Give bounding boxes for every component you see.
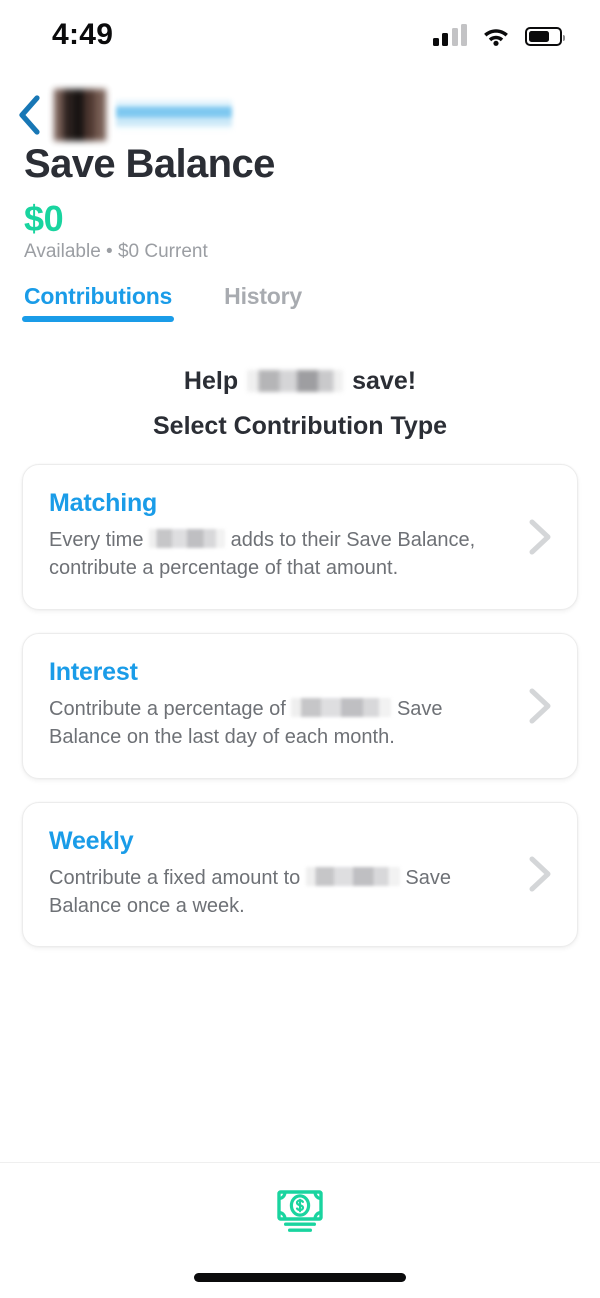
card-title: Matching — [49, 489, 513, 518]
status-bar: 4:49 — [0, 0, 600, 70]
help-save-heading: Help save! — [0, 366, 600, 396]
card-title: Interest — [49, 658, 513, 687]
card-title: Weekly — [49, 827, 513, 856]
card-description: Contribute a percentage of Save Balance … — [49, 695, 513, 752]
help-prefix-text: Help — [184, 366, 238, 396]
contribution-type-list: Matching Every time adds to their Save B… — [22, 464, 578, 970]
help-name-redacted — [247, 370, 343, 392]
card-description: Contribute a fixed amount to Save Balanc… — [49, 864, 513, 921]
tab-active-underline — [22, 316, 174, 322]
chevron-right-icon — [525, 517, 555, 557]
contact-name-redacted — [116, 100, 232, 130]
tab-bar: Contributions History — [22, 283, 600, 331]
section-heading: Select Contribution Type — [0, 412, 600, 441]
home-indicator — [194, 1273, 406, 1282]
nav-item-money[interactable] — [272, 1186, 328, 1238]
back-button[interactable] — [6, 87, 52, 143]
status-bar-icons — [433, 24, 563, 46]
card-desc-name-redacted — [306, 867, 400, 886]
chevron-right-icon — [525, 854, 555, 894]
tab-contributions[interactable]: Contributions — [22, 283, 174, 322]
contribution-card-matching[interactable]: Matching Every time adds to their Save B… — [22, 464, 578, 610]
avatar — [54, 89, 106, 141]
card-desc-name-redacted — [291, 698, 391, 717]
contribution-card-weekly[interactable]: Weekly Contribute a fixed amount to Save… — [22, 802, 578, 948]
card-desc-part1: Contribute a fixed amount to — [49, 867, 300, 889]
chevron-left-icon — [16, 94, 42, 136]
wifi-icon — [481, 24, 511, 46]
tab-history-label: History — [224, 283, 302, 309]
balance-subtitle: Available • $0 Current — [24, 241, 208, 263]
status-bar-time: 4:49 — [52, 18, 113, 52]
cellular-signal-icon — [433, 24, 468, 46]
chevron-right-icon — [525, 686, 555, 726]
tab-history[interactable]: History — [222, 283, 304, 322]
money-cash-icon — [274, 1189, 326, 1235]
contribution-card-interest[interactable]: Interest Contribute a percentage of Save… — [22, 633, 578, 779]
balance-amount: $0 — [24, 198, 63, 240]
page-title: Save Balance — [24, 142, 275, 187]
battery-icon — [525, 27, 562, 46]
card-desc-name-redacted — [149, 529, 225, 548]
promo-section: Help save! Select Contribution Type — [0, 366, 600, 441]
card-desc-part1: Contribute a percentage of — [49, 698, 286, 720]
app-screen: 4:49 Save Balance $0 Av — [0, 0, 600, 1298]
bottom-navigation-bar — [0, 1163, 600, 1261]
contact-identity[interactable] — [54, 89, 232, 141]
card-description: Every time adds to their Save Balance, c… — [49, 526, 513, 583]
card-desc-part1: Every time — [49, 529, 143, 551]
tab-contributions-label: Contributions — [24, 283, 172, 309]
navigation-header — [0, 84, 600, 146]
help-suffix-text: save! — [352, 366, 416, 396]
